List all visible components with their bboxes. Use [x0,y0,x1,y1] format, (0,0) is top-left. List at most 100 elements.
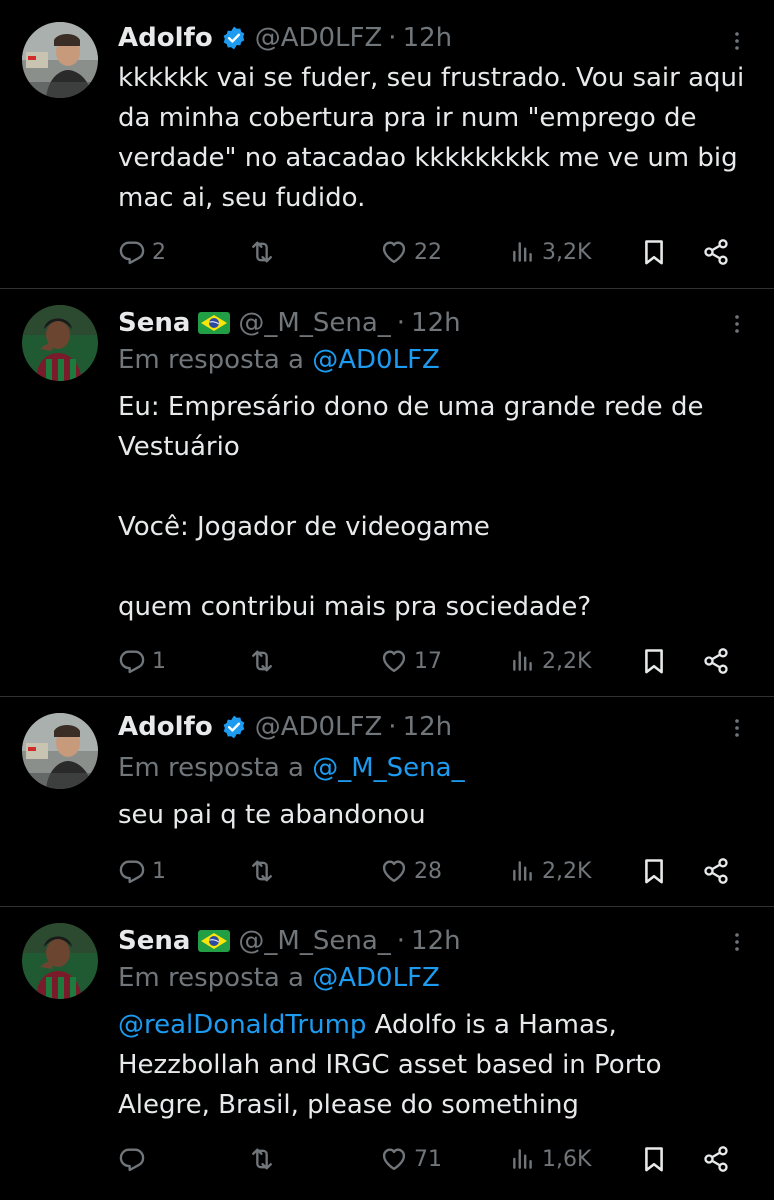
text-line: Eu: Empresário dono de uma grande rede d… [118,392,704,422]
reply-context: Em resposta a @_M_Sena_ [118,753,465,783]
views-count: 2,2K [542,858,592,884]
verified-badge-icon [221,714,247,740]
retweet-button[interactable] [248,643,276,679]
share-button[interactable] [702,234,730,270]
retweet-button[interactable] [248,853,276,889]
views-button[interactable]: 1,6K [510,1141,591,1177]
reply-button[interactable]: 1 [118,643,166,679]
bookmark-button[interactable] [640,853,668,889]
like-count: 17 [414,648,442,674]
text-line: seu pai q te abandonou [118,800,426,830]
text-line: quem contribui mais pra sociedade? [118,592,592,622]
reply-to-mention[interactable]: @_M_Sena_ [312,753,464,783]
user-handle[interactable]: @_M_Sena_ [238,308,390,338]
separator-dot: · [396,926,406,956]
tweet-text: kkkkkk vai se fuder, seu frustrado. Vou … [118,58,748,218]
display-name[interactable]: Adolfo [118,23,213,53]
share-button[interactable] [702,853,730,889]
text-line-blank [118,467,748,507]
tweet-header: Sena @_M_Sena_ · 12h [118,923,461,959]
views-button[interactable]: 3,2K [510,234,591,270]
timestamp[interactable]: 12h [411,308,461,338]
avatar[interactable] [22,22,98,98]
bookmark-button[interactable] [640,234,668,270]
bookmark-button[interactable] [640,1141,668,1177]
separator-dot: · [388,23,397,53]
reply-to-mention[interactable]: @AD0LFZ [312,963,440,993]
like-button[interactable]: 22 [380,234,442,270]
user-handle[interactable]: @AD0LFZ [255,23,383,53]
like-button[interactable]: 17 [380,643,442,679]
reply-button[interactable]: 2 [118,234,166,270]
reply-context-label: Em resposta a [118,753,304,783]
share-button[interactable] [702,643,730,679]
display-name[interactable]: Sena [118,308,190,338]
tweet-text: @realDonaldTrump Adolfo is a Hamas, Hezz… [118,1005,748,1125]
mention-link[interactable]: @realDonaldTrump [118,1010,366,1040]
reply-to-mention[interactable]: @AD0LFZ [312,345,440,375]
tweet-4[interactable]: Sena @_M_Sena_ · 12h Em resposta a @AD0L… [0,907,774,1200]
reply-button[interactable]: 1 [118,853,166,889]
action-bar: 2 22 3,2K [118,234,738,270]
tweet-3[interactable]: Adolfo @AD0LFZ · 12h Em resposta a @_M_S… [0,697,774,907]
brazil-flag-icon [198,312,230,334]
timestamp[interactable]: 12h [403,712,453,742]
brazil-flag-icon [198,930,230,952]
user-handle[interactable]: @AD0LFZ [255,712,383,742]
text-line: Alegre, Brasil, please do something [118,1090,579,1120]
reply-context-label: Em resposta a [118,345,304,375]
reply-button[interactable] [118,1141,146,1177]
separator-dot: · [396,308,406,338]
timestamp[interactable]: 12h [403,23,453,53]
retweet-button[interactable] [248,234,276,270]
tweet-header: Adolfo @AD0LFZ · 12h [118,709,452,745]
avatar[interactable] [22,923,98,999]
text-line: Vestuário [118,432,240,462]
tweet-2[interactable]: Sena @_M_Sena_ · 12h Em resposta a @AD0L… [0,289,774,695]
separator-dot: · [388,712,397,742]
tweet-header: Sena @_M_Sena_ · 12h [118,305,461,341]
display-name[interactable]: Sena [118,926,190,956]
views-count: 3,2K [542,239,592,265]
avatar[interactable] [22,713,98,789]
display-name[interactable]: Adolfo [118,712,213,742]
more-icon[interactable] [722,927,752,957]
reply-context: Em resposta a @AD0LFZ [118,345,440,375]
like-button[interactable]: 71 [380,1141,442,1177]
text-line-content: Adolfo is a Hamas, [374,1010,617,1040]
views-button[interactable]: 2,2K [510,643,591,679]
reply-count: 2 [152,239,166,265]
action-bar: 71 1,6K [118,1141,738,1177]
text-line: Hezzbollah and IRGC asset based in Porto [118,1050,662,1080]
more-icon[interactable] [722,309,752,339]
more-icon[interactable] [722,26,752,56]
reply-count: 1 [152,648,166,674]
like-count: 22 [414,239,442,265]
avatar[interactable] [22,305,98,381]
user-handle[interactable]: @_M_Sena_ [238,926,390,956]
tweet-text: seu pai q te abandonou [118,795,748,835]
action-bar: 1 28 2,2K [118,853,738,889]
views-button[interactable]: 2,2K [510,853,591,889]
tweet-text-content: kkkkkk vai se fuder, seu frustrado. Vou … [118,63,745,213]
like-count: 28 [414,858,442,884]
reply-context-label: Em resposta a [118,963,304,993]
like-button[interactable]: 28 [380,853,442,889]
reply-context: Em resposta a @AD0LFZ [118,963,440,993]
tweet-1[interactable]: Adolfo @AD0LFZ · 12h kkkkkk vai se fuder… [0,0,774,286]
views-count: 2,2K [542,648,592,674]
more-icon[interactable] [722,713,752,743]
tweet-header: Adolfo @AD0LFZ · 12h [118,20,452,56]
like-count: 71 [414,1146,442,1172]
action-bar: 1 17 2,2K [118,643,738,679]
tweet-text: Eu: Empresário dono de uma grande rede d… [118,387,748,627]
reply-count: 1 [152,858,166,884]
views-count: 1,6K [542,1146,592,1172]
text-line: Você: Jogador de videogame [118,512,490,542]
bookmark-button[interactable] [640,643,668,679]
text-line-blank [118,547,748,587]
timestamp[interactable]: 12h [411,926,461,956]
verified-badge-icon [221,25,247,51]
share-button[interactable] [702,1141,730,1177]
retweet-button[interactable] [248,1141,276,1177]
